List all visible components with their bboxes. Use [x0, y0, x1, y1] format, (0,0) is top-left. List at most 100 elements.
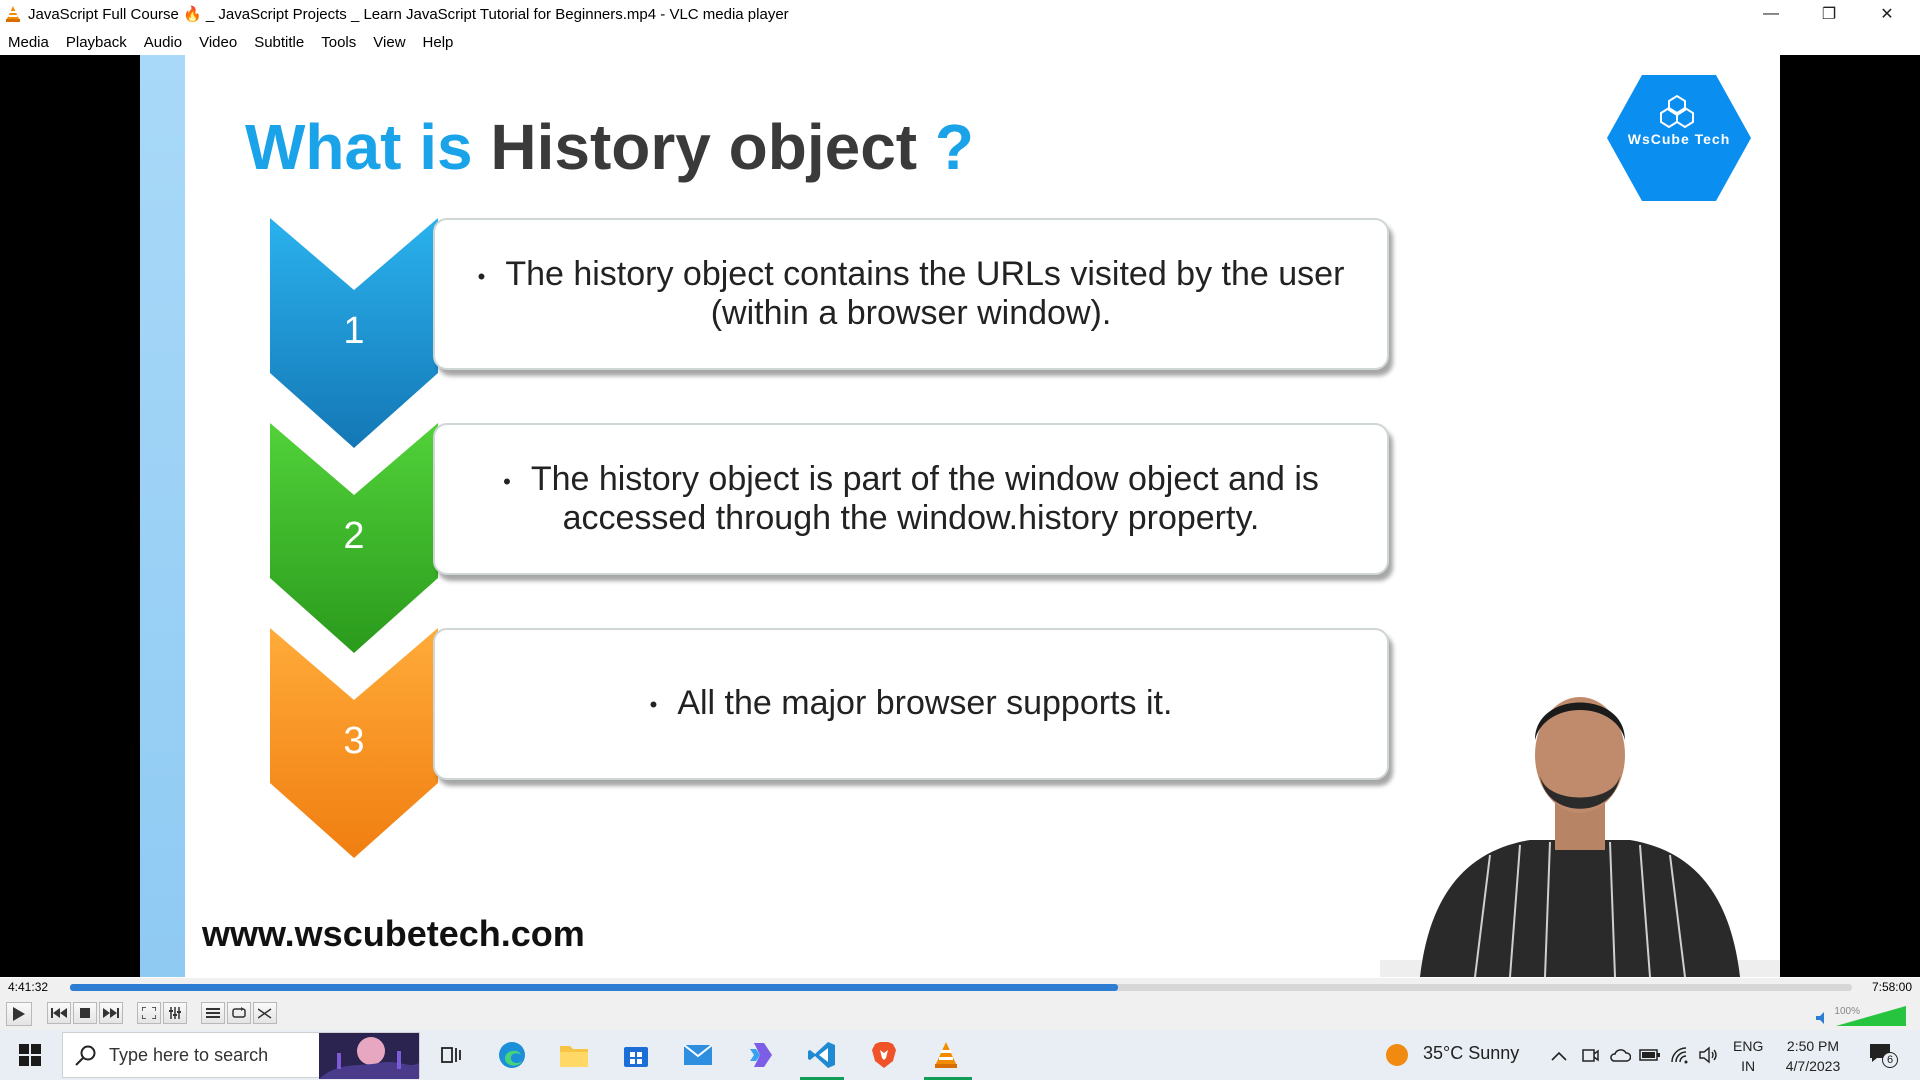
taskbar-file-explorer[interactable]	[557, 1038, 591, 1072]
folder-icon	[560, 1046, 588, 1067]
menu-playback[interactable]: Playback	[66, 34, 127, 51]
search-highlight-image	[319, 1033, 419, 1079]
wifi-icon[interactable]	[1670, 1046, 1690, 1064]
meet-now-icon[interactable]	[1581, 1046, 1599, 1064]
slide-left-strip	[140, 55, 185, 977]
edge-icon	[499, 1042, 525, 1068]
fullscreen-icon	[142, 1007, 156, 1019]
tray-weather[interactable]: 35°C Sunny	[1423, 1043, 1519, 1064]
taskbar-copilot[interactable]	[743, 1038, 777, 1072]
store-icon	[624, 1047, 648, 1067]
playlist-icon	[206, 1008, 220, 1018]
time-elapsed: 4:41:32	[8, 980, 49, 994]
taskbar-search[interactable]: Type here to search	[62, 1032, 420, 1079]
taskbar-edge[interactable]	[495, 1038, 529, 1072]
loop-button[interactable]	[227, 1002, 251, 1024]
windows-logo-icon	[19, 1044, 41, 1066]
sun-weather-icon	[1386, 1044, 1408, 1066]
speaker-icon	[1816, 1012, 1824, 1024]
item-text-2: • The history object is part of the windo…	[503, 460, 1319, 537]
restore-button[interactable]: ❐	[1800, 0, 1858, 28]
vscode-icon	[808, 1042, 835, 1068]
mail-icon	[683, 1044, 713, 1065]
taskbar-vlc[interactable]	[929, 1038, 963, 1072]
taskbar-brave[interactable]	[867, 1038, 901, 1072]
stop-icon	[80, 1008, 90, 1018]
tray-language[interactable]: ENG IN	[1733, 1036, 1763, 1076]
menu-view[interactable]: View	[373, 34, 405, 51]
clock-time: 2:50 PM	[1786, 1038, 1840, 1054]
item-box-3: • All the major browser supports it.	[433, 628, 1389, 780]
volume-tray-icon[interactable]	[1699, 1046, 1719, 1064]
menu-audio[interactable]: Audio	[144, 34, 182, 51]
fullscreen-button[interactable]	[137, 1002, 161, 1024]
copilot-icon	[750, 1043, 772, 1067]
search-icon	[75, 1045, 96, 1066]
title-bar: JavaScript Full Course 🔥 _ JavaScript Pr…	[0, 0, 1920, 28]
extended-settings-button[interactable]	[163, 1002, 187, 1024]
menu-bar: Media Playback Audio Video Subtitle Tool…	[0, 30, 462, 54]
play-icon	[13, 1007, 25, 1021]
region-code: IN	[1741, 1058, 1756, 1074]
taskbar-vscode[interactable]	[805, 1038, 839, 1072]
slide-title-highlight: What is	[245, 111, 473, 183]
stop-button[interactable]	[73, 1002, 97, 1024]
volume-level-icon	[1836, 1006, 1906, 1026]
loop-icon	[232, 1007, 246, 1018]
item-number-2: 2	[343, 515, 365, 557]
search-placeholder: Type here to search	[109, 1044, 269, 1065]
playback-controls: 100%	[0, 998, 1920, 1030]
taskbar-mail[interactable]	[681, 1038, 715, 1072]
seek-row: 4:41:32 7:58:00	[0, 978, 1920, 998]
window-title: JavaScript Full Course 🔥 _ JavaScript Pr…	[28, 6, 789, 23]
item-number-3: 3	[343, 720, 365, 762]
tray-clock[interactable]: 2:50 PM 4/7/2023	[1780, 1036, 1846, 1076]
shuffle-button[interactable]	[253, 1002, 277, 1024]
battery-icon[interactable]	[1639, 1048, 1661, 1062]
task-view-icon	[441, 1047, 461, 1063]
presenter-image	[1380, 697, 1780, 977]
next-button[interactable]	[99, 1002, 123, 1024]
volume-slider[interactable]: 100%	[1816, 1006, 1908, 1026]
taskbar-store[interactable]	[619, 1038, 653, 1072]
video-frame-slide: What is History object ? WsCube Tech 1 •…	[140, 55, 1780, 977]
time-total: 7:58:00	[1871, 980, 1912, 994]
item-box-2: • The history object is part of the windo…	[433, 423, 1389, 575]
chevron-up-icon[interactable]	[1550, 1050, 1568, 1062]
slide-title-question: ?	[917, 111, 974, 183]
notification-badge: 6	[1882, 1052, 1898, 1068]
notification-center-button[interactable]: 6	[1868, 1042, 1900, 1070]
video-area[interactable]: What is History object ? WsCube Tech 1 •…	[0, 55, 1920, 977]
logo-text: WsCube Tech	[1627, 131, 1731, 147]
shuffle-icon	[258, 1008, 272, 1019]
menu-video[interactable]: Video	[199, 34, 237, 51]
taskbar: Type here to search 35°C Sunny ENG IN 2:…	[0, 1030, 1920, 1080]
start-button[interactable]	[0, 1030, 60, 1080]
task-view-button[interactable]	[433, 1038, 467, 1072]
slide-title-main: History object	[472, 111, 918, 183]
onedrive-cloud-icon[interactable]	[1609, 1047, 1631, 1063]
menu-media[interactable]: Media	[8, 34, 49, 51]
clock-date: 4/7/2023	[1785, 1058, 1841, 1074]
equalizer-icon	[169, 1007, 181, 1019]
seek-bar[interactable]	[70, 984, 1852, 991]
slide-url: www.wscubetech.com	[202, 913, 585, 954]
menu-help[interactable]: Help	[423, 34, 454, 51]
wscube-logo: WsCube Tech	[1605, 73, 1753, 203]
menu-subtitle[interactable]: Subtitle	[254, 34, 304, 51]
item-box-1: • The history object contains the URLs vi…	[433, 218, 1389, 370]
next-icon	[103, 1008, 119, 1018]
language-code: ENG	[1733, 1038, 1764, 1054]
play-button[interactable]	[6, 1002, 32, 1026]
close-button[interactable]: ✕	[1858, 0, 1916, 28]
previous-button[interactable]	[47, 1002, 71, 1024]
item-number-1: 1	[343, 310, 365, 352]
vlc-taskbar-icon	[935, 1042, 957, 1068]
menu-tools[interactable]: Tools	[321, 34, 356, 51]
item-text-1: • The history object contains the URLs vi…	[477, 255, 1345, 332]
vlc-icon	[6, 6, 20, 22]
seek-progress	[70, 984, 1118, 991]
minimize-button[interactable]: —	[1742, 0, 1800, 28]
playlist-button[interactable]	[201, 1002, 225, 1024]
item-text-3: • All the major browser supports it.	[649, 683, 1173, 722]
